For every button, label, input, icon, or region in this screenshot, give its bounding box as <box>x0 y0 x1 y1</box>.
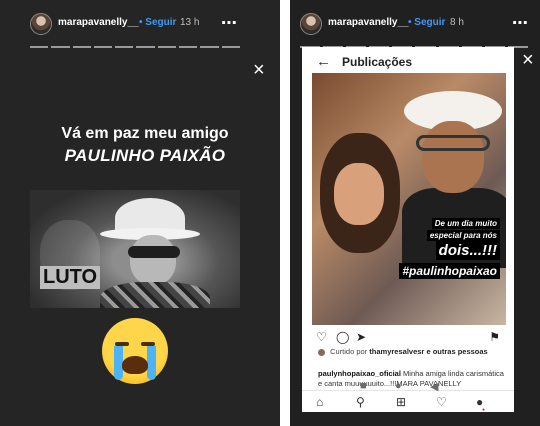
home-icon[interactable]: ⌂ <box>316 395 323 409</box>
story-caption-line2: PAULINHO PAIXÃO <box>64 146 226 165</box>
caption-username[interactable]: paulynhopaixao_oficial <box>318 369 401 378</box>
back-button-icon[interactable]: ◀ <box>430 380 438 393</box>
instagram-post-screenshot: ← Publicações De um dia muito especial p… <box>302 47 514 412</box>
liked-by-user[interactable]: thamyresalvesr <box>369 347 424 356</box>
more-options-icon[interactable]: ⋯ <box>512 13 529 33</box>
story-caption-line1: Vá em paz meu amigo <box>61 125 229 142</box>
share-icon[interactable]: ➤ <box>356 330 366 344</box>
post-photo: De um dia muito especial para nós dois..… <box>312 73 506 325</box>
liker-avatar <box>318 348 325 356</box>
post-time: 13 h <box>180 17 200 28</box>
avatar[interactable] <box>300 13 322 35</box>
photo-overlay-line1: De um dia muito <box>431 218 500 229</box>
add-icon[interactable]: ⊞ <box>396 395 406 409</box>
story-panel-right: marapavanelly__ • Seguir 8 h ⋯ × ← Publi… <box>290 0 540 426</box>
close-icon[interactable]: × <box>522 50 534 70</box>
post-actions: ♡ ◯ ➤ ⚑ <box>316 330 500 344</box>
liked-by-suffix[interactable]: e outras pessoas <box>426 347 487 356</box>
story-header: marapavanelly__ • Seguir 13 h ⋯ <box>0 13 280 35</box>
story-progress-bar <box>30 46 240 48</box>
home-button-icon[interactable]: ● <box>395 380 402 392</box>
username[interactable]: marapavanelly__ <box>328 17 409 28</box>
username[interactable]: marapavanelly__ <box>58 17 139 28</box>
liked-by-prefix: Curtido por <box>330 347 368 356</box>
system-nav-bar: ■ ● ◀ <box>350 380 460 396</box>
post-time: 8 h <box>450 17 464 28</box>
heart-icon[interactable]: ♡ <box>436 395 447 409</box>
story-panel-left: marapavanelly__ • Seguir 13 h ⋯ × Vá em … <box>0 0 280 426</box>
photo-overlay-line3: dois...!!! <box>435 241 500 260</box>
comment-icon[interactable]: ◯ <box>336 330 349 344</box>
loudly-crying-face-icon <box>102 318 168 384</box>
follow-button[interactable]: • Seguir <box>408 17 445 28</box>
back-arrow-icon[interactable]: ← <box>316 53 331 70</box>
story-header: marapavanelly__ • Seguir 8 h ⋯ <box>290 13 540 35</box>
screen-title: Publicações <box>342 55 413 69</box>
follow-button[interactable]: • Seguir <box>139 17 176 28</box>
search-icon[interactable]: ⚲ <box>356 395 365 409</box>
save-icon[interactable]: ⚑ <box>489 330 500 344</box>
notification-dot-icon: ● <box>482 407 486 412</box>
close-icon[interactable]: × <box>253 60 265 80</box>
screen-header: ← Publicações <box>302 53 514 73</box>
liked-by: Curtido por thamyresalvesr e outras pess… <box>318 347 504 357</box>
photo-overlay-hashtag: #paulinhopaixao <box>399 263 500 279</box>
like-icon[interactable]: ♡ <box>316 330 327 344</box>
luto-label: LUTO <box>40 266 101 289</box>
memorial-photo: LUTO <box>30 190 240 308</box>
avatar[interactable] <box>30 13 52 35</box>
recent-apps-icon[interactable]: ■ <box>360 380 367 392</box>
more-options-icon[interactable]: ⋯ <box>221 13 238 33</box>
photo-overlay-line2: especial para nós <box>426 230 500 241</box>
